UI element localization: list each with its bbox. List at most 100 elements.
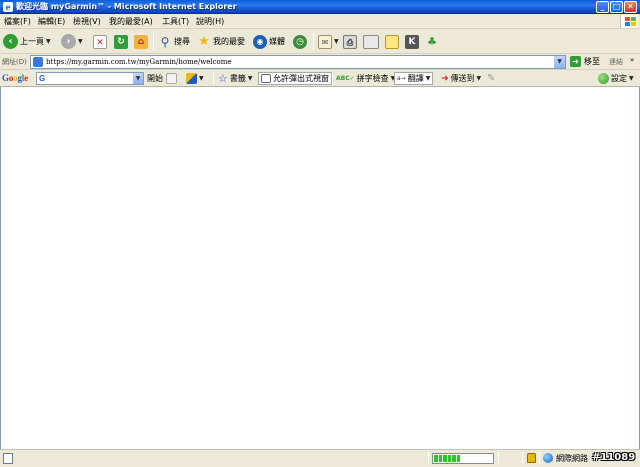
status-separator bbox=[428, 452, 429, 465]
progress-segment bbox=[452, 455, 456, 462]
highlight-button[interactable]: ✎ bbox=[487, 72, 495, 85]
settings-icon bbox=[598, 73, 609, 84]
status-separator bbox=[539, 452, 540, 465]
messenger-button[interactable]: ♣ bbox=[425, 33, 439, 50]
minimize-button[interactable]: _ bbox=[596, 1, 609, 13]
favorites-button[interactable]: ★ 我的最愛 bbox=[197, 33, 245, 50]
forward-button[interactable]: › ▼ bbox=[61, 33, 83, 50]
internet-zone-icon bbox=[543, 453, 553, 463]
google-toolbar: Google G ▼ 開始 ▼ ☆ 書籤 ▼ 允許彈出式視窗 ABC✓ 拼字檢查… bbox=[0, 70, 640, 87]
edit-button[interactable] bbox=[363, 33, 379, 50]
spellcheck-label: 拼字檢查 bbox=[356, 74, 389, 83]
go-button[interactable]: ➜ 移至 bbox=[570, 56, 600, 67]
status-separator bbox=[522, 452, 523, 465]
chevron-down-icon[interactable]: ▼ bbox=[46, 38, 51, 45]
ie-app-icon[interactable]: e bbox=[3, 2, 13, 12]
bookmarks-label: 書籤 bbox=[229, 74, 246, 83]
address-input[interactable]: https://my.garmin.com.tw/myGarmin/home/w… bbox=[30, 55, 566, 69]
standard-toolbar: ‹ 上一頁 ▼ › ▼ ✕ ↻ ⌂ ⚲ 搜尋 ★ 我的最愛 ◉ 媒體 ◷ ✉ ▼… bbox=[0, 29, 640, 54]
page-content-area[interactable] bbox=[0, 87, 640, 449]
send-to-button[interactable]: ➜ 傳送到 ▼ bbox=[441, 72, 481, 85]
menu-tools[interactable]: 工具(T) bbox=[162, 16, 189, 27]
mail-icon: ✉ bbox=[318, 34, 332, 49]
chevron-down-icon: ▼ bbox=[425, 75, 431, 82]
google-search-g: G bbox=[39, 74, 46, 83]
bookmarks-button[interactable]: ☆ 書籤 ▼ bbox=[218, 72, 253, 85]
google-open-button[interactable]: 開始 bbox=[147, 72, 177, 85]
chevron-down-icon[interactable]: ▼ bbox=[133, 73, 143, 84]
google-tab-icon bbox=[166, 73, 177, 84]
media-button[interactable]: ◉ 媒體 bbox=[253, 33, 285, 50]
chevron-down-icon[interactable]: ▼ bbox=[78, 38, 83, 45]
menu-view[interactable]: 檢視(V) bbox=[73, 16, 101, 27]
menu-file[interactable]: 檔案(F) bbox=[4, 16, 31, 27]
edit-icon bbox=[363, 34, 379, 49]
page-status-icon bbox=[3, 453, 13, 464]
chevron-down-icon: ▼ bbox=[629, 75, 634, 82]
menu-help[interactable]: 說明(H) bbox=[196, 16, 224, 27]
popup-blocker-button[interactable]: 允許彈出式視窗 bbox=[258, 72, 332, 85]
progress-segment bbox=[447, 455, 452, 462]
url-text[interactable]: https://my.garmin.com.tw/myGarmin/home/w… bbox=[46, 57, 232, 68]
menu-favorites[interactable]: 我的最愛(A) bbox=[109, 16, 153, 27]
favorites-label: 我的最愛 bbox=[213, 37, 245, 46]
popup-window-icon bbox=[261, 74, 271, 83]
title-bar[interactable]: e 歡迎光臨 myGarmin™ - Microsoft Internet Ex… bbox=[0, 0, 640, 14]
links-button[interactable]: 連結 bbox=[609, 57, 623, 67]
back-button[interactable]: ‹ 上一頁 ▼ bbox=[3, 33, 51, 50]
media-icon: ◉ bbox=[253, 34, 267, 49]
status-bar: 網際網路 bbox=[0, 449, 640, 467]
progress-segment bbox=[434, 455, 438, 462]
stop-button[interactable]: ✕ bbox=[93, 33, 107, 50]
google-search-input[interactable]: G ▼ bbox=[36, 72, 144, 85]
pen-icon: ✎ bbox=[487, 73, 496, 84]
go-label: 移至 bbox=[584, 57, 600, 66]
menu-edit[interactable]: 編輯(E) bbox=[38, 16, 65, 27]
progress-segment bbox=[443, 455, 447, 462]
progress-fill bbox=[434, 455, 461, 462]
research-icon: K bbox=[405, 34, 419, 49]
research-button[interactable]: K bbox=[405, 33, 419, 50]
search-label: 搜尋 bbox=[174, 37, 190, 46]
search-button[interactable]: ⚲ 搜尋 bbox=[158, 33, 190, 50]
google-news-button[interactable]: ▼ bbox=[186, 72, 204, 85]
spellcheck-button[interactable]: ABC✓ 拼字檢查 ▼ bbox=[336, 72, 395, 85]
home-button[interactable]: ⌂ bbox=[134, 33, 148, 50]
page-icon bbox=[33, 57, 43, 67]
address-label: 網址(D) bbox=[2, 58, 27, 66]
home-icon: ⌂ bbox=[134, 34, 148, 49]
lock-icon[interactable] bbox=[527, 453, 536, 463]
google-settings-button[interactable]: 設定 ▼ bbox=[598, 72, 634, 85]
back-label: 上一頁 bbox=[20, 37, 44, 46]
refresh-button[interactable]: ↻ bbox=[114, 33, 128, 50]
mail-button[interactable]: ✉ ▼ bbox=[318, 33, 339, 50]
progress-segment bbox=[438, 455, 443, 462]
messenger-icon: ♣ bbox=[427, 34, 437, 48]
discuss-button[interactable] bbox=[385, 33, 399, 50]
chevron-down-icon: ▼ bbox=[476, 75, 482, 82]
translate-button[interactable]: a→ 翻譯 ▼ bbox=[394, 72, 434, 85]
media-label: 媒體 bbox=[269, 37, 285, 46]
google-open-label: 開始 bbox=[147, 74, 163, 83]
favorites-star-icon: ★ bbox=[198, 33, 210, 49]
translate-icon: a→ bbox=[397, 75, 406, 82]
print-button[interactable]: ⎙ bbox=[343, 33, 357, 50]
chevron-down-icon[interactable]: ▼ bbox=[199, 75, 204, 82]
progress-segment bbox=[456, 455, 461, 462]
back-icon: ‹ bbox=[3, 34, 18, 49]
toolbar-separator bbox=[153, 33, 154, 50]
maximize-button[interactable]: □ bbox=[610, 1, 623, 13]
toolbar-separator bbox=[313, 33, 314, 50]
address-bar: 網址(D) https://my.garmin.com.tw/myGarmin/… bbox=[0, 54, 640, 70]
search-icon: ⚲ bbox=[160, 34, 170, 49]
chevron-down-icon[interactable]: ▼ bbox=[334, 38, 339, 45]
star-icon: ☆ bbox=[218, 72, 228, 85]
watermark: #11089 bbox=[592, 452, 636, 463]
toolbar-overflow-chevron[interactable]: » bbox=[630, 56, 634, 64]
close-button[interactable]: ✕ bbox=[624, 1, 637, 13]
history-icon: ◷ bbox=[293, 34, 307, 49]
toolbar-separator bbox=[332, 72, 333, 85]
history-button[interactable]: ◷ bbox=[293, 33, 307, 50]
google-logo[interactable]: Google bbox=[2, 72, 28, 84]
chevron-down-icon[interactable]: ▼ bbox=[554, 56, 565, 68]
